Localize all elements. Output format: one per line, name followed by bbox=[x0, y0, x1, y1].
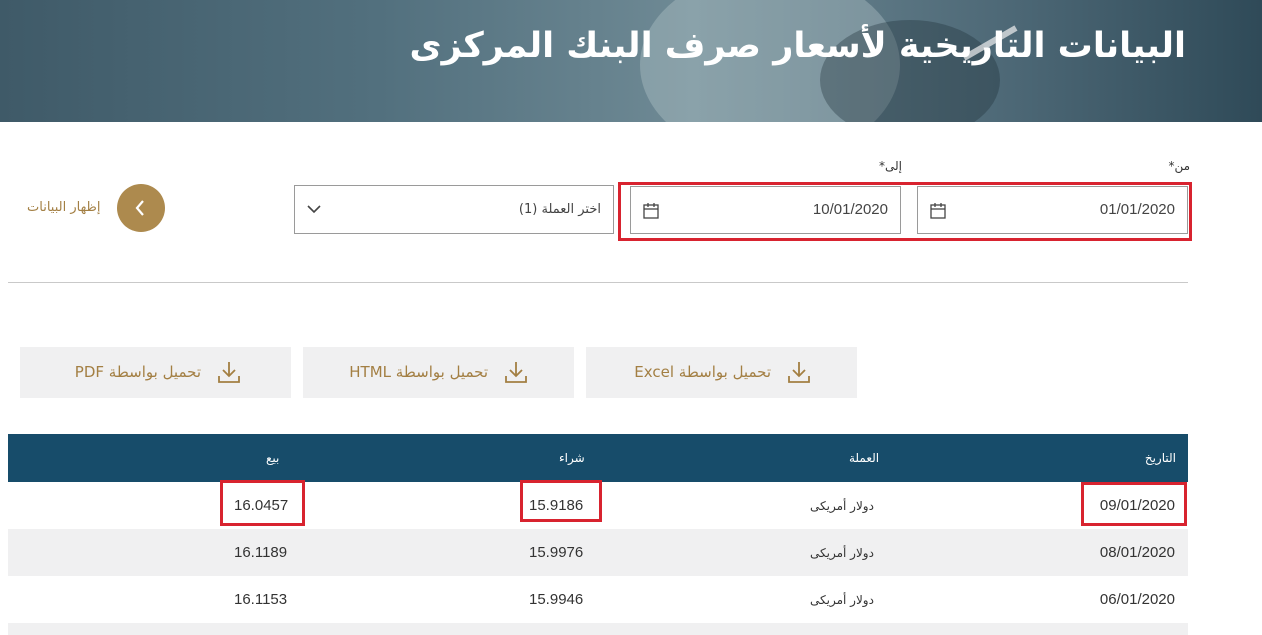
cell-sell: 16.1189 bbox=[234, 544, 288, 561]
chevron-right-icon bbox=[135, 200, 144, 216]
currency-select[interactable]: اختر العملة (1) bbox=[294, 185, 614, 234]
date-range-highlight bbox=[618, 182, 1192, 241]
cell-date: 06/01/2020 bbox=[1099, 591, 1175, 608]
column-header-currency[interactable]: العملة bbox=[849, 451, 879, 465]
column-header-buy[interactable]: شراء bbox=[559, 451, 585, 465]
page-title: البيانات التاريخية لأسعار صرف البنك المر… bbox=[409, 26, 1187, 66]
column-header-date[interactable]: التاريخ bbox=[1145, 451, 1176, 465]
download-html-label: تحميل بواسطة HTML bbox=[349, 363, 488, 381]
from-label: من* bbox=[1168, 159, 1190, 173]
show-data-button[interactable] bbox=[117, 184, 165, 232]
download-icon bbox=[788, 362, 810, 383]
table-row: 08/01/2020 دولار أمريكى 15.9976 16.1189 bbox=[8, 529, 1188, 576]
cell-currency: دولار أمريكى bbox=[810, 593, 874, 607]
download-pdf-button[interactable]: تحميل بواسطة PDF bbox=[20, 347, 291, 398]
download-icon bbox=[218, 362, 240, 383]
hero-banner: البيانات التاريخية لأسعار صرف البنك المر… bbox=[0, 0, 1262, 122]
chevron-down-icon bbox=[307, 205, 321, 214]
table-header: التاريخ العملة شراء بيع bbox=[8, 434, 1188, 482]
table-row: 06/01/2020 دولار أمريكى 15.9946 16.1153 bbox=[8, 576, 1188, 623]
show-data-label[interactable]: إظهار البيانات bbox=[27, 200, 101, 215]
cell-buy: 15.9946 bbox=[529, 591, 584, 608]
table-row bbox=[8, 623, 1188, 635]
download-pdf-label: تحميل بواسطة PDF bbox=[74, 363, 201, 381]
download-excel-label: تحميل بواسطة Excel bbox=[634, 363, 771, 381]
download-icon bbox=[505, 362, 527, 383]
download-excel-button[interactable]: تحميل بواسطة Excel bbox=[586, 347, 857, 398]
to-label: إلى* bbox=[879, 159, 902, 173]
download-html-button[interactable]: تحميل بواسطة HTML bbox=[303, 347, 574, 398]
cell-buy: 15.9976 bbox=[529, 544, 584, 561]
cell-currency: دولار أمريكى bbox=[810, 546, 874, 560]
buy-cell-highlight bbox=[520, 480, 602, 522]
date-cell-highlight bbox=[1081, 482, 1187, 526]
sell-cell-highlight bbox=[220, 480, 305, 526]
divider bbox=[8, 282, 1188, 283]
cell-date: 08/01/2020 bbox=[1099, 544, 1175, 561]
cell-currency: دولار أمريكى bbox=[810, 499, 874, 513]
currency-select-value: اختر العملة (1) bbox=[518, 202, 601, 217]
cell-sell: 16.1153 bbox=[234, 591, 288, 608]
column-header-sell[interactable]: بيع bbox=[266, 451, 279, 465]
